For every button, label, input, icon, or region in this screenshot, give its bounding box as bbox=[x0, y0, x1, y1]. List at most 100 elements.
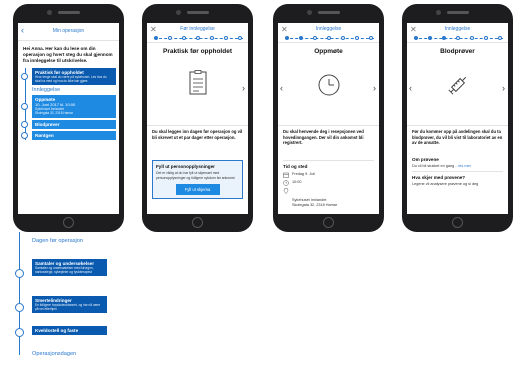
body-text: Du skal legges inn dagen før operasjon o… bbox=[152, 129, 243, 140]
screen-title: Innleggelse bbox=[444, 26, 471, 32]
progress-step[interactable] bbox=[355, 36, 359, 40]
progress-step[interactable] bbox=[182, 36, 186, 40]
page-title: Oppmøte bbox=[314, 48, 343, 55]
clock-icon bbox=[283, 180, 289, 186]
progress-step[interactable] bbox=[498, 36, 502, 40]
divider bbox=[412, 171, 503, 172]
phone-camera bbox=[47, 10, 52, 15]
chevron-right-icon[interactable]: › bbox=[242, 83, 245, 93]
place-text: Sykehuset Innlandet Skolegata 32, 2318 H… bbox=[292, 197, 338, 207]
section-dagen-for: Dagen før operasjon bbox=[32, 238, 83, 244]
date-text: Fredag 9. Juli bbox=[292, 172, 316, 176]
date-row: Fredag 9. Juli bbox=[278, 172, 379, 178]
timeline-node bbox=[21, 131, 28, 139]
home-button[interactable] bbox=[63, 217, 74, 228]
progress-steps bbox=[154, 36, 243, 40]
progress-step[interactable] bbox=[442, 36, 446, 40]
timeline-node bbox=[15, 269, 24, 278]
progress-step[interactable] bbox=[470, 36, 474, 40]
progress-step[interactable] bbox=[196, 36, 200, 40]
section-title: Tid og sted bbox=[283, 164, 308, 169]
info-box-personopplysninger: Fyll ut personopplysninger Det er viktig… bbox=[152, 160, 243, 200]
phone-praktisk: ✕ Før innleggelse Praktisk før oppholdet… bbox=[142, 4, 253, 232]
progress-step[interactable] bbox=[456, 36, 460, 40]
phone-speaker bbox=[446, 11, 469, 14]
progress-step[interactable] bbox=[327, 36, 331, 40]
screen-title: Innleggelse bbox=[315, 26, 342, 32]
home-button[interactable] bbox=[323, 217, 334, 228]
fill-form-button[interactable]: Fyll ut skjema bbox=[175, 184, 220, 196]
about-tests-section: Om prøvene Du vil bli stukket en gang ..… bbox=[407, 157, 508, 186]
place-row: Sykehuset Innlandet Skolegata 32, 2318 H… bbox=[278, 187, 379, 208]
screen-header: ‹ Min operasjon bbox=[18, 23, 119, 41]
section-innleggelse: Innleggelse bbox=[32, 87, 61, 94]
about-row: Du vil bli stukket en gang ...les mer bbox=[407, 164, 508, 168]
card-samtaler[interactable]: Samtaler og undersøkelser Samtaler og un… bbox=[32, 259, 107, 277]
home-button[interactable] bbox=[452, 217, 463, 228]
screen-title: Før innleggelse bbox=[180, 26, 215, 32]
card-blodprover[interactable]: Blodprøver bbox=[21, 119, 116, 129]
info-box-title: Fyll ut personopplysninger bbox=[156, 164, 215, 169]
checklist-icon bbox=[189, 70, 206, 95]
card-kveldsstell[interactable]: Kveldsstell og faste bbox=[32, 326, 107, 335]
phone-camera bbox=[176, 10, 181, 15]
read-more-link[interactable]: ...les mer bbox=[455, 164, 471, 168]
body-text: Du skal henvende deg i resepsjonen ved h… bbox=[283, 129, 364, 146]
progress-step[interactable] bbox=[299, 36, 303, 40]
progress-step[interactable] bbox=[428, 36, 432, 40]
divider bbox=[283, 160, 374, 161]
progress-step[interactable] bbox=[224, 36, 228, 40]
phone-speaker bbox=[57, 11, 80, 14]
card-oppmote[interactable]: Oppmøte 10. Juni 2017 kl. 10:00 Sykehuse… bbox=[21, 95, 116, 118]
card-desc: Sykehuset Innlandet Skolegata 32, 2318 H… bbox=[35, 107, 73, 116]
section-title: Om prøvene bbox=[412, 157, 439, 162]
divider bbox=[278, 125, 379, 126]
chevron-right-icon[interactable]: › bbox=[502, 83, 505, 93]
time-text: 10:00 bbox=[292, 179, 302, 184]
home-button[interactable] bbox=[192, 217, 203, 228]
progress-step[interactable] bbox=[154, 36, 158, 40]
screen-praktisk: ✕ Før innleggelse Praktisk før oppholdet… bbox=[147, 23, 248, 214]
intro-text: Hei Anna. Her kan du lese om din operasj… bbox=[23, 46, 113, 63]
timeline-node bbox=[21, 73, 28, 81]
progress-steps bbox=[414, 36, 503, 40]
screen-header: ✕ Innleggelse bbox=[407, 23, 508, 43]
progress-step[interactable] bbox=[341, 36, 345, 40]
chevron-left-icon[interactable]: ‹ bbox=[409, 83, 412, 93]
card-praktisk[interactable]: Praktisk før oppholdet Hvor lenge skal d… bbox=[21, 67, 116, 86]
phone-camera bbox=[436, 10, 441, 15]
progress-step[interactable] bbox=[168, 36, 172, 40]
time-place-section: Tid og sted Fredag 9. Juli 10:00 Sykehus… bbox=[278, 157, 379, 208]
card-title: Blodprøver bbox=[35, 121, 60, 127]
clock-icon bbox=[318, 74, 339, 96]
progress-step[interactable] bbox=[313, 36, 317, 40]
screen-min-operasjon: ‹ Min operasjon Hei Anna. Her kan du les… bbox=[18, 23, 119, 214]
section-operasjonsdagen: Operasjonsdagen bbox=[32, 351, 77, 357]
progress-steps bbox=[285, 36, 374, 40]
phone-speaker bbox=[317, 11, 340, 14]
timeline-node bbox=[15, 303, 24, 312]
screen-header: ✕ Før innleggelse bbox=[147, 23, 248, 43]
card-desc: Hvor lenge skal du være på sykehuset. Le… bbox=[35, 74, 107, 84]
card-title: Røntgen bbox=[35, 132, 54, 138]
progress-step[interactable] bbox=[484, 36, 488, 40]
time-row: 10:00 bbox=[278, 179, 379, 186]
page-title: Praktisk før oppholdet bbox=[163, 48, 232, 55]
divider bbox=[147, 125, 248, 126]
phone-blodprover: ✕ Innleggelse Blodprøver ‹ › Før du komm… bbox=[402, 4, 513, 232]
chevron-right-icon[interactable]: › bbox=[373, 83, 376, 93]
card-smertelindringer[interactable]: Smertelindringer En tidligere hoyskoleut… bbox=[32, 296, 107, 314]
body-text: Før du kommer opp på avdelingen skal du … bbox=[412, 129, 503, 146]
progress-step[interactable] bbox=[238, 36, 242, 40]
timeline-node bbox=[15, 328, 24, 337]
card-desc: En tidligere hoyskoleutdannet, og har nå… bbox=[35, 303, 101, 312]
page-title: Blodprøver bbox=[440, 48, 475, 55]
progress-step[interactable] bbox=[285, 36, 289, 40]
timeline-extension: Dagen før operasjon Samtaler og undersøk… bbox=[0, 232, 130, 373]
progress-step[interactable] bbox=[210, 36, 214, 40]
chevron-left-icon[interactable]: ‹ bbox=[280, 83, 283, 93]
timeline-node bbox=[21, 120, 28, 128]
progress-step[interactable] bbox=[369, 36, 373, 40]
card-rontgen[interactable]: Røntgen bbox=[21, 130, 116, 140]
progress-step[interactable] bbox=[414, 36, 418, 40]
